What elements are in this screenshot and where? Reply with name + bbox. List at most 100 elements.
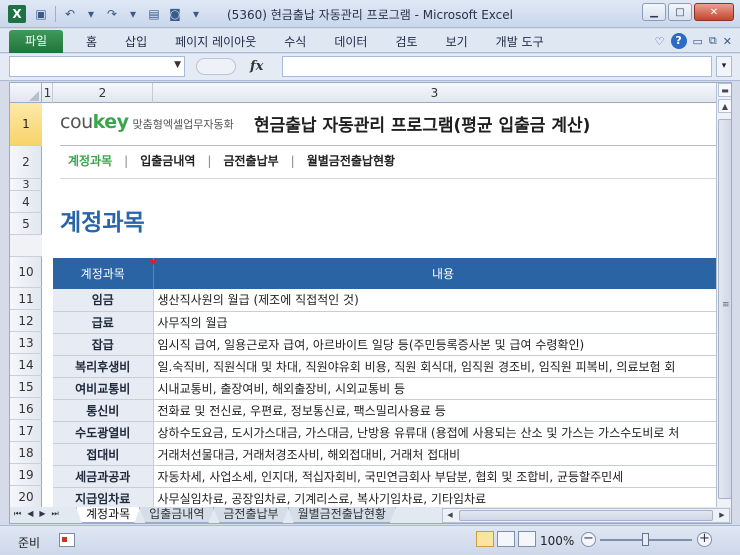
close-button[interactable]: ✕ xyxy=(694,3,734,21)
normal-view-button[interactable] xyxy=(476,531,494,547)
ribbon-collapse-icon[interactable]: ♡ xyxy=(655,35,665,48)
sheet-tab-monthly-status[interactable]: 월별금전출납현황 xyxy=(288,507,396,523)
row-header[interactable]: 3 xyxy=(10,178,42,191)
page-break-view-button[interactable] xyxy=(518,531,536,547)
last-sheet-icon[interactable]: ⏭ xyxy=(52,509,59,519)
account-name-cell[interactable]: 통신비 xyxy=(53,399,154,422)
tab-insert[interactable]: 삽입 xyxy=(111,33,161,50)
row-header[interactable]: 20 xyxy=(10,486,42,508)
horizontal-scroll-thumb[interactable] xyxy=(459,510,713,521)
zoom-in-icon[interactable]: + xyxy=(697,532,712,547)
row-header[interactable]: 17 xyxy=(10,420,42,442)
status-bar: 준비 100% − + xyxy=(0,525,740,555)
sheet-tab-cashbook[interactable]: 금전출납부 xyxy=(213,507,288,523)
help-icon[interactable]: ? xyxy=(670,33,687,49)
sheet-tab-transactions[interactable]: 입출금내역 xyxy=(139,507,214,523)
row-header[interactable]: 1 xyxy=(10,103,42,146)
page-layout-view-button[interactable] xyxy=(497,531,515,547)
account-desc-cell[interactable]: 전화료 및 전신료, 우편료, 정보통신료, 팩스밀리사용료 등 xyxy=(153,399,716,422)
workbook-close-icon[interactable]: ✕ xyxy=(723,35,732,48)
tab-home[interactable]: 홈 xyxy=(72,33,111,50)
tab-view[interactable]: 보기 xyxy=(432,33,482,50)
tab-developer[interactable]: 개발 도구 xyxy=(482,33,558,50)
row-header[interactable]: 15 xyxy=(10,376,42,398)
horizontal-scrollbar[interactable]: ◀ ▶ xyxy=(442,508,730,523)
expand-formula-bar-icon[interactable]: ▾ xyxy=(716,56,732,77)
account-desc-cell[interactable]: 사무직의 월급 xyxy=(153,311,716,334)
nav-link-monthly-status[interactable]: 월별금전출납현황 xyxy=(307,152,395,169)
account-name-cell[interactable]: 여비교통비 xyxy=(53,377,154,400)
zoom-out-icon[interactable]: − xyxy=(581,532,596,547)
tab-formulas[interactable]: 수식 xyxy=(270,33,320,50)
vertical-scrollbar[interactable]: ▬ ▲ xyxy=(716,83,731,508)
account-desc-cell[interactable]: 사무실임차료, 공장임차료, 기계리스료, 복사기임차료, 기타임차료 xyxy=(153,487,716,508)
row-header[interactable]: 10 xyxy=(10,257,42,288)
column-header[interactable]: 2 xyxy=(53,83,153,103)
title-bar: X ▣ ↶ ▾ ↷ ▾ ▤ ◙ ▾ (5360) 현금출납 자동관리 프로그램 … xyxy=(0,0,740,28)
account-name-cell[interactable]: 지급임차료 xyxy=(53,487,154,508)
account-desc-cell[interactable]: 상하수도요금, 도시가스대금, 가스대금, 난방용 유류대 (용접에 사용되는 … xyxy=(153,421,716,444)
macro-record-icon[interactable] xyxy=(59,533,75,547)
sheet-tab-bar: ⏮ ◀ ▶ ⏭ 계정과목 입출금내역 금전출납부 월별금전출납현황 ◀ ▶ xyxy=(9,507,732,524)
account-desc-cell[interactable]: 거래처선물대금, 거래처경조사비, 해외접대비, 거래처 접대비 xyxy=(153,443,716,466)
row-header[interactable]: 16 xyxy=(10,398,42,420)
tab-review[interactable]: 검토 xyxy=(381,33,431,50)
header-description[interactable]: 내용 xyxy=(153,258,716,289)
scroll-left-icon[interactable]: ◀ xyxy=(443,509,457,522)
account-desc-cell[interactable]: 시내교통비, 출장여비, 해외출장비, 시외교통비 등 xyxy=(153,377,716,400)
table-row: 복리후생비 일.숙직비, 직원식대 및 차대, 직원야유회 비용, 직원 회식대,… xyxy=(53,355,716,378)
account-name-cell[interactable]: 수도광열비 xyxy=(53,421,154,444)
scroll-right-icon[interactable]: ▶ xyxy=(715,509,729,522)
maximize-button[interactable]: □ xyxy=(668,3,692,21)
nav-link-cashbook[interactable]: 금전출납부 xyxy=(223,152,278,169)
column-header[interactable]: 3 xyxy=(153,83,716,103)
account-name-cell[interactable]: 접대비 xyxy=(53,443,154,466)
zoom-level[interactable]: 100% xyxy=(540,534,574,548)
tab-file[interactable]: 파일 xyxy=(9,30,63,53)
name-box-dropdown-icon[interactable]: ▼ xyxy=(174,60,181,70)
first-sheet-icon[interactable]: ⏮ xyxy=(14,509,21,519)
workbook-restore-icon[interactable]: ⧉ xyxy=(709,34,717,48)
next-sheet-icon[interactable]: ▶ xyxy=(39,509,45,519)
row-header[interactable]: 18 xyxy=(10,442,42,464)
workbook-minimize-icon[interactable]: ▭ xyxy=(693,35,703,48)
zoom-slider-knob[interactable] xyxy=(642,533,649,546)
account-name-cell[interactable]: 급료 xyxy=(53,311,154,334)
table-row: 접대비 거래처선물대금, 거래처경조사비, 해외접대비, 거래처 접대비 xyxy=(53,443,716,466)
account-name-cell[interactable]: 복리후생비 xyxy=(53,355,154,378)
formula-bar: ▼ fx ▾ xyxy=(0,54,740,81)
minimize-button[interactable]: ▁ xyxy=(642,3,666,21)
account-desc-cell[interactable]: 생산직사원의 월급 (제조에 직접적인 것) xyxy=(153,289,716,312)
select-all-corner[interactable] xyxy=(10,83,42,103)
sheet-cells[interactable]: coukey 맞춤형엑셀업무자동화 현금출납 자동관리 프로그램(평균 입출금 … xyxy=(43,103,716,508)
tab-data[interactable]: 데이터 xyxy=(320,33,381,50)
row-header[interactable]: 19 xyxy=(10,464,42,486)
account-name-cell[interactable]: 임금 xyxy=(53,289,154,312)
row-header[interactable]: 12 xyxy=(10,310,42,332)
table-row: 지급임차료 사무실임차료, 공장임차료, 기계리스료, 복사기임차료, 기타임차료 xyxy=(53,487,716,508)
nav-link-accounts[interactable]: 계정과목 xyxy=(68,152,112,169)
sheet-tab-accounts[interactable]: 계정과목 xyxy=(76,507,140,523)
vertical-scroll-thumb[interactable] xyxy=(718,119,731,499)
insert-function-icon[interactable]: fx xyxy=(250,59,263,74)
scroll-up-icon[interactable]: ▲ xyxy=(718,99,731,113)
name-box[interactable]: ▼ xyxy=(9,56,185,77)
header-account[interactable]: 계정과목 xyxy=(53,258,154,289)
account-desc-cell[interactable]: 일.숙직비, 직원식대 및 차대, 직원야유회 비용, 직원 회식대, 임직원 … xyxy=(153,355,716,378)
row-header[interactable]: 14 xyxy=(10,354,42,376)
account-desc-cell[interactable]: 임시직 급여, 일용근로자 급여, 아르바이트 일당 등(주민등록증사본 및 급… xyxy=(153,333,716,356)
row-header[interactable]: 13 xyxy=(10,332,42,354)
nav-link-transactions[interactable]: 입출금내역 xyxy=(140,152,195,169)
column-header[interactable]: 1 xyxy=(43,83,53,103)
row-header[interactable]: 4 xyxy=(10,191,42,213)
account-name-cell[interactable]: 세금과공과 xyxy=(53,465,154,488)
split-handle-icon[interactable]: ▬ xyxy=(718,83,731,97)
prev-sheet-icon[interactable]: ◀ xyxy=(27,509,33,519)
row-header[interactable]: 11 xyxy=(10,288,42,310)
tab-page-layout[interactable]: 페이지 레이아웃 xyxy=(161,33,270,50)
row-header[interactable]: 5 xyxy=(10,213,42,235)
row-header[interactable]: 2 xyxy=(10,146,42,179)
formula-input[interactable] xyxy=(282,56,712,77)
account-name-cell[interactable]: 잡급 xyxy=(53,333,154,356)
account-desc-cell[interactable]: 자동차세, 사업소세, 인지대, 적십자회비, 국민연금회사 부담분, 협회 및… xyxy=(153,465,716,488)
